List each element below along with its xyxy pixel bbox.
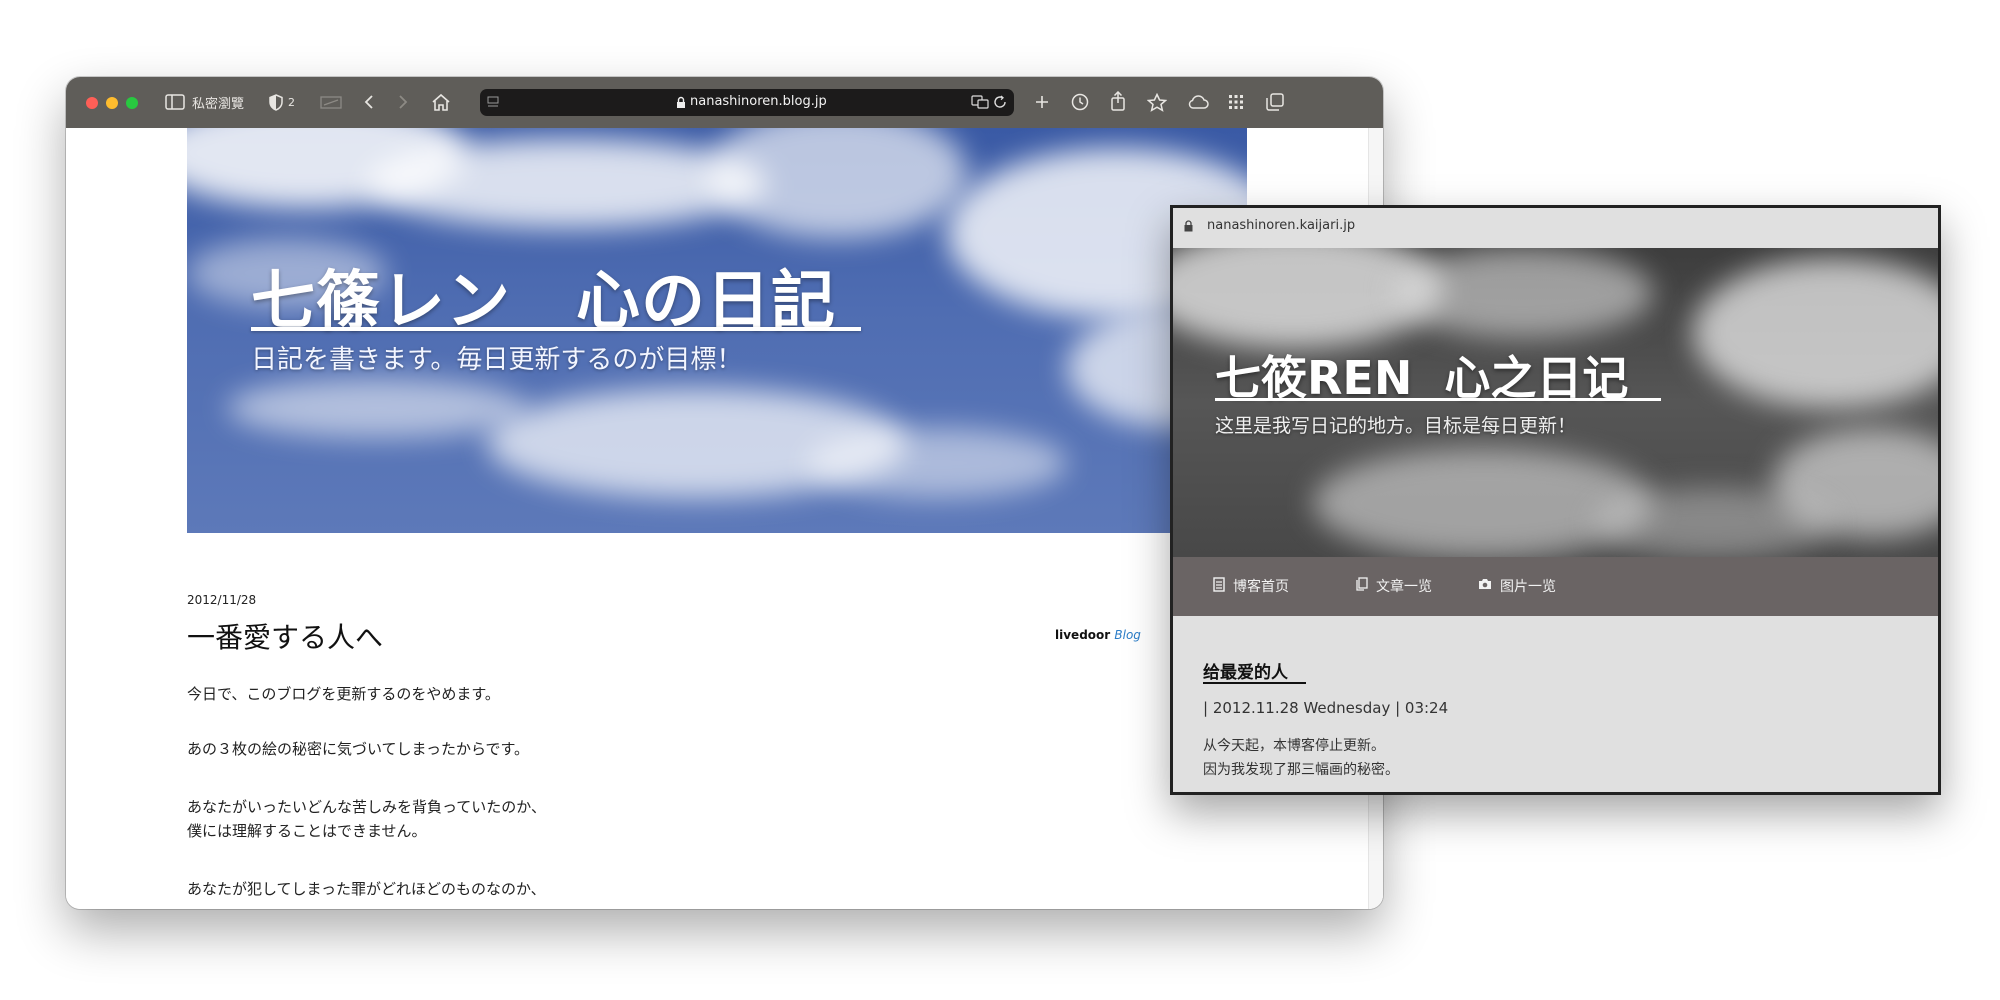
shield-count: 2 xyxy=(288,95,295,109)
post-title[interactable]: 一番愛する人へ xyxy=(187,616,383,656)
nav-item-article-list[interactable]: 文章一览 xyxy=(1356,576,1432,596)
camera-icon xyxy=(1478,578,1492,594)
nav-item-label: 博客首页 xyxy=(1233,579,1289,595)
new-tab-icon[interactable] xyxy=(1032,92,1052,112)
livedoor-brand: livedoor xyxy=(1055,628,1111,642)
nav-item-label: 文章一览 xyxy=(1376,579,1432,595)
private-browsing-label[interactable]: 私密瀏覽 xyxy=(192,92,244,112)
tab-overview-icon[interactable] xyxy=(320,94,344,110)
inset-post-title[interactable]: 给最爱的人 xyxy=(1203,658,1288,683)
minimize-window-button[interactable] xyxy=(106,97,118,109)
share-icon[interactable] xyxy=(1108,90,1128,112)
inset-blog-subtitle: 这里是我写日记的地方。目标是每日更新！ xyxy=(1215,415,1577,437)
inset-blog-header-image: 七筱REN 心之日记 这里是我写日记的地方。目标是每日更新！ xyxy=(1173,248,1938,557)
blog-title-underline xyxy=(251,327,861,331)
post-date: 2012/11/28 xyxy=(187,593,257,607)
nav-item-label: 图片一览 xyxy=(1500,579,1556,595)
inset-url-text: nanashinoren.kaijari.jp xyxy=(1207,218,1356,233)
cloud-icon[interactable] xyxy=(1186,92,1210,112)
nav-item-image-list[interactable]: 图片一览 xyxy=(1478,576,1556,596)
copy-icon xyxy=(1356,577,1368,595)
fullscreen-window-button[interactable] xyxy=(126,97,138,109)
grid-icon[interactable] xyxy=(1226,92,1246,112)
blog-subtitle: 日記を書きます。毎日更新するのが目標！ xyxy=(251,345,743,375)
bookmark-star-icon[interactable] xyxy=(1146,91,1168,113)
post-paragraph: あなたがいったいどんな苦しみを背負っていたのか、 xyxy=(187,798,546,816)
forward-icon[interactable] xyxy=(396,93,410,111)
nav-item-blog-home[interactable]: 博客首页 xyxy=(1213,576,1289,596)
post-paragraph: あの３枚の絵の秘密に気づいてしまったからです。 xyxy=(187,740,530,758)
url-text: nanashinoren.blog.jp xyxy=(690,94,827,109)
post-paragraph: 今日で、このブログを更新するのをやめます。 xyxy=(187,685,500,703)
lock-icon xyxy=(675,95,687,109)
tabs-icon[interactable] xyxy=(1264,92,1286,112)
inset-post-line: 从今天起，本博客停止更新。 xyxy=(1203,738,1385,754)
livedoor-blog-logo[interactable]: livedoor Blog xyxy=(1055,628,1141,642)
browser-toolbar: 私密瀏覽 2 nanashinoren.blog.jp xyxy=(66,77,1383,128)
close-window-button[interactable] xyxy=(86,97,98,109)
blog-header-image: 七篠レン 心の日記 日記を書きます。毎日更新するのが目標！ xyxy=(187,128,1247,533)
inset-post-meta: | 2012.11.28 Wednesday | 03:24 xyxy=(1203,699,1449,717)
address-bar[interactable]: nanashinoren.blog.jp xyxy=(480,89,1014,116)
livedoor-blog-label: Blog xyxy=(1114,628,1141,642)
lock-icon xyxy=(1183,219,1193,232)
back-icon[interactable] xyxy=(362,93,376,111)
home-icon[interactable] xyxy=(430,91,452,113)
inset-browser-window: nanashinoren.kaijari.jp 七筱REN 心之日记 这里是我写… xyxy=(1170,205,1941,795)
sidebar-icon[interactable] xyxy=(165,93,185,111)
document-icon xyxy=(1213,576,1225,596)
shield-icon[interactable] xyxy=(268,93,284,111)
inset-nav-bar: 博客首页 文章一览 图片一览 xyxy=(1173,557,1938,616)
page-menu-icon[interactable] xyxy=(486,95,500,109)
post-paragraph: 僕には理解することはできません。 xyxy=(187,822,427,840)
reload-icon[interactable] xyxy=(992,94,1008,110)
translate-icon[interactable] xyxy=(970,94,990,110)
post-paragraph: あなたが犯してしまった罪がどれほどのものなのか、 xyxy=(187,880,546,898)
inset-post-line: 因为我发现了那三幅画的秘密。 xyxy=(1203,762,1399,778)
inset-blog-title-underline xyxy=(1215,398,1661,401)
history-icon[interactable] xyxy=(1070,92,1090,112)
inset-post-title-underline xyxy=(1203,682,1306,684)
